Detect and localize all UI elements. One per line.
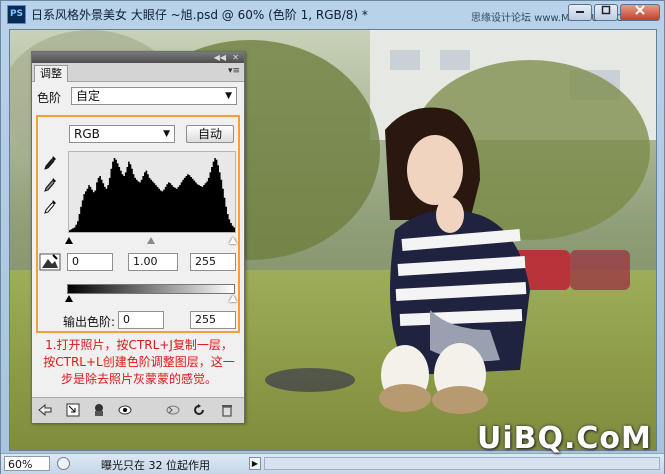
expand-view-icon[interactable] [66,403,80,417]
collapse-panel-icon[interactable]: ◀◀ [214,52,226,63]
channel-select[interactable]: RGB ▼ [69,125,175,143]
maximize-icon [601,5,611,15]
delete-trash-icon[interactable] [220,403,234,417]
photoshop-document-window: PS 日系风格外景美女 大眼仔 ~旭.psd @ 60% (色阶 1, RGB/… [0,0,665,474]
clip-to-layer-icon[interactable] [92,403,106,417]
minimize-icon [576,11,584,13]
black-point-eyedropper-icon[interactable] [43,155,57,171]
input-gamma-slider[interactable] [147,237,155,244]
white-point-eyedropper-icon[interactable] [43,199,57,215]
input-gamma-field[interactable]: 1.00 [128,253,178,271]
output-black-field[interactable]: 0 [118,311,164,329]
zoom-field[interactable]: 60% [4,456,50,471]
histogram-graph [69,158,235,232]
title-bar[interactable]: PS 日系风格外景美女 大眼仔 ~旭.psd @ 60% (色阶 1, RGB/… [1,1,664,27]
view-previous-state-icon[interactable] [166,403,180,417]
input-black-field[interactable]: 0 [67,253,113,271]
histogram-shape [69,158,235,232]
horizontal-scrollbar[interactable] [264,457,660,470]
output-black-slider[interactable] [65,295,73,302]
preset-select[interactable]: 自定 ▼ [71,87,237,105]
input-white-slider[interactable] [229,237,237,244]
close-icon [635,5,645,15]
status-info-text: 曝光只在 32 位起作用 [101,459,210,472]
window-title: 日系风格外景美女 大眼仔 ~旭.psd @ 60% (色阶 1, RGB/8) … [31,8,368,22]
site-brand-watermark: UiBQ.CoM [477,421,652,456]
scrollbar-thumb[interactable] [266,459,269,468]
histogram [68,151,236,233]
reset-icon[interactable] [192,403,206,417]
chevron-down-icon: ▼ [225,91,232,101]
clipping-warning-icon[interactable] [39,253,61,271]
close-panel-icon[interactable]: ✕ [232,52,239,63]
panel-tab-row: 调整 ▾≡ [32,63,244,82]
panel-menu-icon[interactable]: ▾≡ [228,66,240,76]
auto-button[interactable]: 自动 [186,125,234,143]
tab-adjustments[interactable]: 调整 [34,65,68,82]
maximize-button[interactable] [594,4,618,21]
output-levels-label: 输出色阶: [63,315,116,329]
back-arrow-icon[interactable] [38,403,52,417]
close-button[interactable] [620,4,660,21]
panel-header-bar[interactable]: ◀◀ ✕ [32,52,244,63]
status-menu-arrow[interactable]: ▶ [249,457,261,470]
preset-label: 色阶 [37,91,62,105]
input-black-slider[interactable] [65,237,73,244]
status-info-icon[interactable] [57,457,70,470]
chevron-down-icon: ▼ [163,129,170,139]
output-white-slider[interactable] [229,295,237,302]
preset-select-value: 自定 [76,89,101,103]
status-bar: 60% 曝光只在 32 位起作用 ▶ [1,453,664,474]
tutorial-note: 1.打开照片，按CTRL+J复制一层，按CTRL+L创建色阶调整图层，这一步是除… [43,338,235,386]
minimize-button[interactable] [568,4,592,21]
gray-point-eyedropper-icon[interactable] [43,177,57,193]
channel-select-value: RGB [74,127,100,141]
photoshop-app-icon: PS [7,5,26,24]
visibility-eye-icon[interactable] [118,403,132,417]
panel-toolbar [32,397,244,423]
output-white-field[interactable]: 255 [190,311,236,329]
output-gradient-bar [67,284,235,294]
input-white-field[interactable]: 255 [190,253,236,271]
